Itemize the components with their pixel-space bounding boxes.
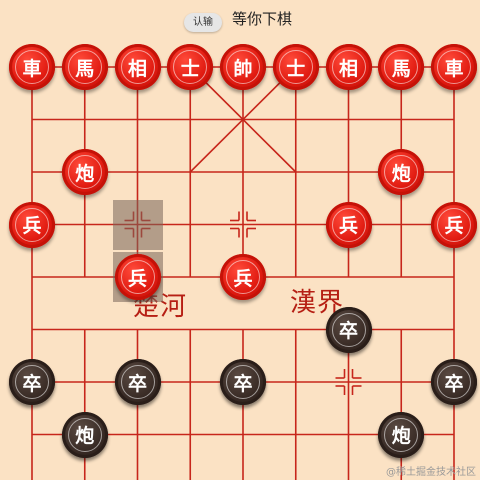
piece-label: 炮 [67, 417, 102, 452]
red-piece[interactable]: 車 [431, 44, 477, 90]
piece-label: 帥 [226, 50, 260, 84]
red-piece[interactable]: 炮 [378, 149, 425, 195]
black-piece[interactable]: 炮 [61, 411, 108, 458]
piece-label: 卒 [226, 365, 260, 399]
red-piece[interactable]: 馬 [378, 44, 425, 90]
red-piece[interactable]: 車 [9, 44, 55, 90]
piece-label: 相 [120, 50, 155, 84]
piece-label: 炮 [384, 155, 419, 189]
piece-label: 士 [173, 50, 208, 84]
red-piece[interactable]: 兵 [220, 254, 266, 300]
black-piece[interactable]: 卒 [325, 306, 372, 353]
piece-label: 兵 [15, 207, 49, 242]
piece-label: 卒 [437, 365, 471, 399]
piece-label: 卒 [15, 365, 49, 399]
red-piece[interactable]: 兵 [9, 201, 55, 248]
piece-label: 士 [278, 50, 313, 84]
piece-label: 炮 [384, 417, 419, 452]
turn-status: 等你下棋 [232, 10, 293, 28]
resign-button[interactable]: 认输 [184, 13, 222, 32]
red-piece[interactable]: 士 [272, 44, 319, 90]
black-piece[interactable]: 炮 [378, 411, 425, 458]
piece-label: 卒 [331, 312, 366, 347]
top-bar: 认输 等你下棋 [0, 0, 480, 36]
red-piece[interactable]: 兵 [431, 201, 477, 248]
red-piece[interactable]: 帥 [220, 44, 266, 90]
piece-label: 馬 [384, 50, 419, 84]
red-piece[interactable]: 士 [167, 44, 214, 90]
piece-label: 炮 [67, 155, 102, 189]
red-piece[interactable]: 兵 [114, 254, 161, 300]
red-piece[interactable]: 相 [325, 44, 372, 90]
piece-label: 車 [15, 50, 49, 84]
piece-label: 兵 [437, 207, 471, 242]
piece-label: 馬 [67, 50, 102, 84]
black-piece[interactable]: 卒 [431, 359, 477, 405]
red-piece[interactable]: 炮 [61, 149, 108, 195]
red-piece[interactable]: 相 [114, 44, 161, 90]
piece-label: 兵 [331, 207, 366, 242]
piece-label: 相 [331, 50, 366, 84]
black-piece[interactable]: 卒 [114, 359, 161, 405]
piece-label: 兵 [120, 260, 155, 294]
watermark: @稀土掘金技术社区 [386, 467, 476, 478]
piece-label: 車 [437, 50, 471, 84]
red-piece[interactable]: 兵 [325, 201, 372, 248]
piece-label: 卒 [120, 365, 155, 399]
piece-label: 兵 [226, 260, 260, 294]
black-piece[interactable]: 卒 [220, 359, 266, 405]
red-piece[interactable]: 馬 [61, 44, 108, 90]
black-piece[interactable]: 卒 [9, 359, 55, 405]
